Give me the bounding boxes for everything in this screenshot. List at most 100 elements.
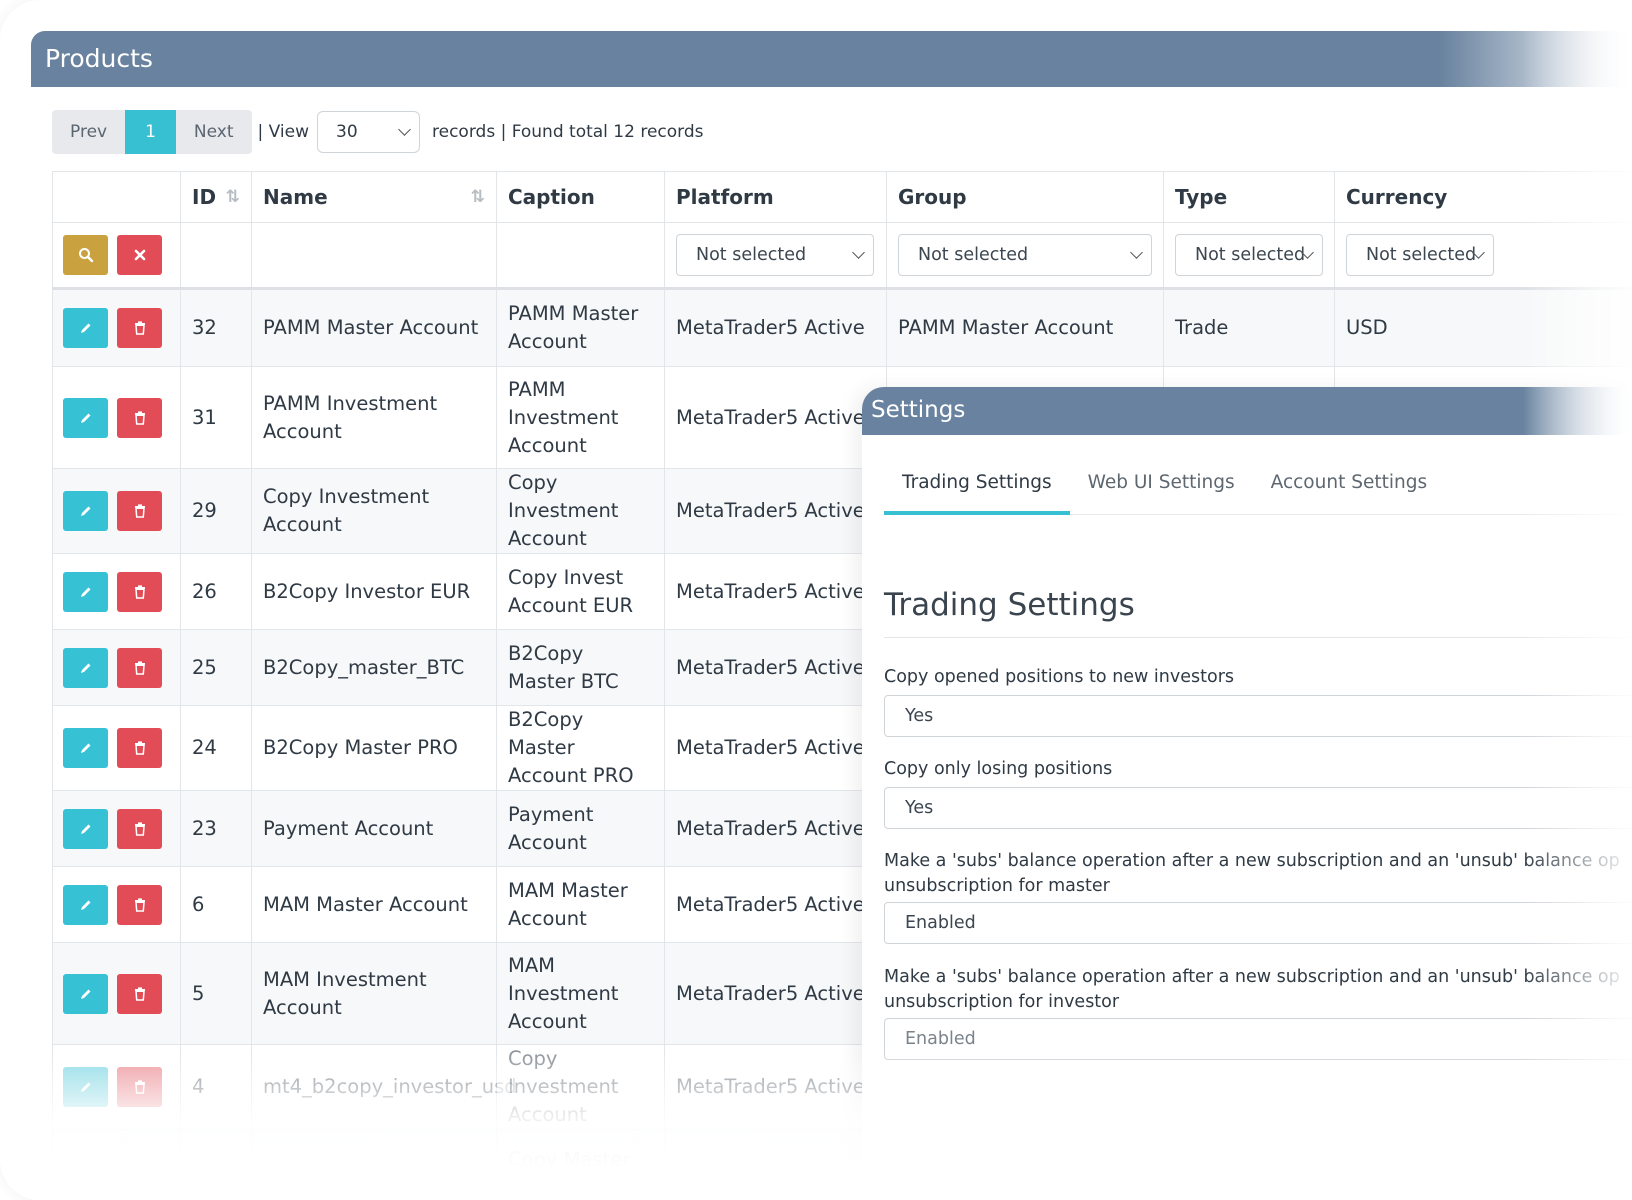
cell-caption: Copy Investment Account [496, 1044, 665, 1130]
tab-web-ui-settings[interactable]: Web UI Settings [1070, 457, 1253, 515]
pencil-icon [80, 506, 90, 516]
cell-platform: MetaTrader5 Active [664, 288, 887, 367]
records-summary: records | Found total 12 records [432, 122, 704, 142]
cell-id: 23 [180, 790, 252, 867]
group-column-header: Group [886, 171, 1164, 223]
delete-button[interactable] [117, 491, 162, 531]
cell-caption: MAM Investment Account [496, 942, 665, 1045]
platform-filter-select[interactable]: Not selected [676, 234, 874, 276]
edit-button[interactable] [63, 973, 108, 1014]
cell-caption: B2Copy Master BTC [496, 629, 665, 706]
clear-filters-button[interactable] [117, 235, 162, 275]
view-label: | View [257, 122, 310, 142]
cell-id: 32 [180, 288, 252, 367]
page-1-button[interactable]: 1 [125, 110, 176, 154]
next-page-button[interactable]: Next [175, 110, 252, 154]
edit-button[interactable] [63, 647, 108, 688]
cell-name: PAMM Master Account [251, 288, 497, 367]
settings-title: Settings [862, 387, 1632, 435]
chevron-down-icon [398, 123, 411, 136]
sort-icon[interactable]: ⇅ [471, 187, 485, 207]
name-column-header[interactable]: Name ⇅ [251, 171, 497, 223]
tab-account-settings[interactable]: Account Settings [1253, 457, 1445, 515]
edit-button[interactable] [63, 808, 108, 849]
trash-icon [134, 584, 145, 599]
cell-name: Copy Investment Account [251, 468, 497, 554]
cell-caption: PAMM Investment Account [496, 366, 665, 469]
pencil-icon [80, 323, 90, 333]
platform-column-header: Platform [664, 171, 887, 223]
chevron-down-icon [852, 246, 865, 259]
cell-platform [664, 1129, 887, 1190]
search-button[interactable] [63, 235, 108, 275]
filter-row: Not selected Not selected Not selected N… [52, 222, 1632, 290]
type-filter-select[interactable]: Not selected [1175, 234, 1323, 276]
cell-caption: Copy Master [496, 1129, 665, 1190]
trash-icon [134, 504, 145, 518]
pencil-icon [80, 900, 90, 910]
currency-column-header: Currency [1334, 171, 1632, 223]
cell-name: mt4_b2copy_investor_usd [251, 1044, 517, 1130]
cell-id: 6 [180, 866, 252, 943]
delete-button[interactable] [117, 571, 162, 612]
edit-button[interactable] [63, 491, 108, 531]
group-filter-select[interactable]: Not selected [898, 234, 1152, 276]
sort-icon[interactable]: ⇅ [226, 187, 240, 207]
subs-master-select[interactable]: Enabled [884, 902, 1632, 944]
trash-icon [134, 1080, 145, 1094]
search-icon [78, 248, 93, 263]
pencil-icon [80, 1082, 90, 1092]
trash-icon [134, 897, 145, 912]
cell-id: 24 [180, 705, 252, 791]
copy-opened-positions-label: Copy opened positions to new investors [884, 667, 1234, 687]
id-column-header[interactable]: ID ⇅ [180, 171, 252, 223]
delete-button[interactable] [117, 1067, 162, 1107]
copy-losing-positions-label: Copy only losing positions [884, 759, 1113, 779]
delete-button[interactable] [117, 308, 162, 348]
delete-button[interactable] [117, 647, 162, 688]
section-title: Trading Settings [884, 587, 1135, 623]
products-card: Products Prev 1 Next | View 30 records |… [0, 0, 1632, 1200]
edit-button[interactable] [63, 884, 108, 925]
cell-platform: MetaTrader5 Active [664, 468, 887, 554]
prev-page-button[interactable]: Prev [52, 110, 126, 154]
edit-button[interactable] [63, 571, 108, 612]
cell-platform: MetaTrader5 Active [664, 629, 887, 706]
settings-tabs: Trading Settings Web UI Settings Account… [884, 457, 1632, 515]
delete-button[interactable] [117, 397, 162, 438]
trash-icon [134, 821, 145, 836]
edit-button[interactable] [63, 728, 108, 768]
delete-button[interactable] [117, 808, 162, 849]
edit-button[interactable] [63, 308, 108, 348]
cell-name: B2Copy Investor EUR [251, 553, 497, 630]
copy-losing-positions-select[interactable]: Yes [884, 787, 1632, 829]
delete-button[interactable] [117, 884, 162, 925]
currency-filter-select[interactable]: Not selected [1346, 234, 1494, 276]
trash-icon [134, 660, 145, 675]
edit-button[interactable] [63, 397, 108, 438]
pencil-icon [80, 743, 90, 753]
pencil-icon [80, 989, 90, 999]
tab-trading-settings[interactable]: Trading Settings [884, 457, 1070, 515]
cell-caption: Copy Invest Account EUR [496, 553, 665, 630]
products-title: Products [31, 31, 1632, 87]
records-per-page-select[interactable]: 30 [317, 111, 421, 153]
cell-caption: B2Copy Master Account PRO [496, 705, 665, 791]
pagination-bar: Prev 1 Next | View 30 records | Found to… [52, 110, 710, 154]
trash-icon [134, 741, 145, 755]
trash-icon [134, 321, 145, 335]
subs-master-label: Make a 'subs' balance operation after a … [884, 851, 1620, 896]
cell-id [180, 1129, 252, 1190]
delete-button[interactable] [117, 728, 162, 768]
subs-investor-select[interactable]: Enabled [884, 1018, 1632, 1060]
cell-name [251, 1129, 497, 1190]
cell-platform: MetaTrader5 Active [664, 1044, 887, 1130]
delete-button[interactable] [117, 973, 162, 1014]
cell-id: 4 [180, 1044, 252, 1130]
cell-name: MAM Master Account [251, 866, 497, 943]
cell-name: B2Copy_master_BTC [251, 629, 497, 706]
caption-column-header: Caption [496, 171, 665, 223]
copy-opened-positions-select[interactable]: Yes [884, 695, 1632, 737]
edit-button[interactable] [63, 1067, 108, 1107]
pencil-icon [80, 824, 90, 834]
